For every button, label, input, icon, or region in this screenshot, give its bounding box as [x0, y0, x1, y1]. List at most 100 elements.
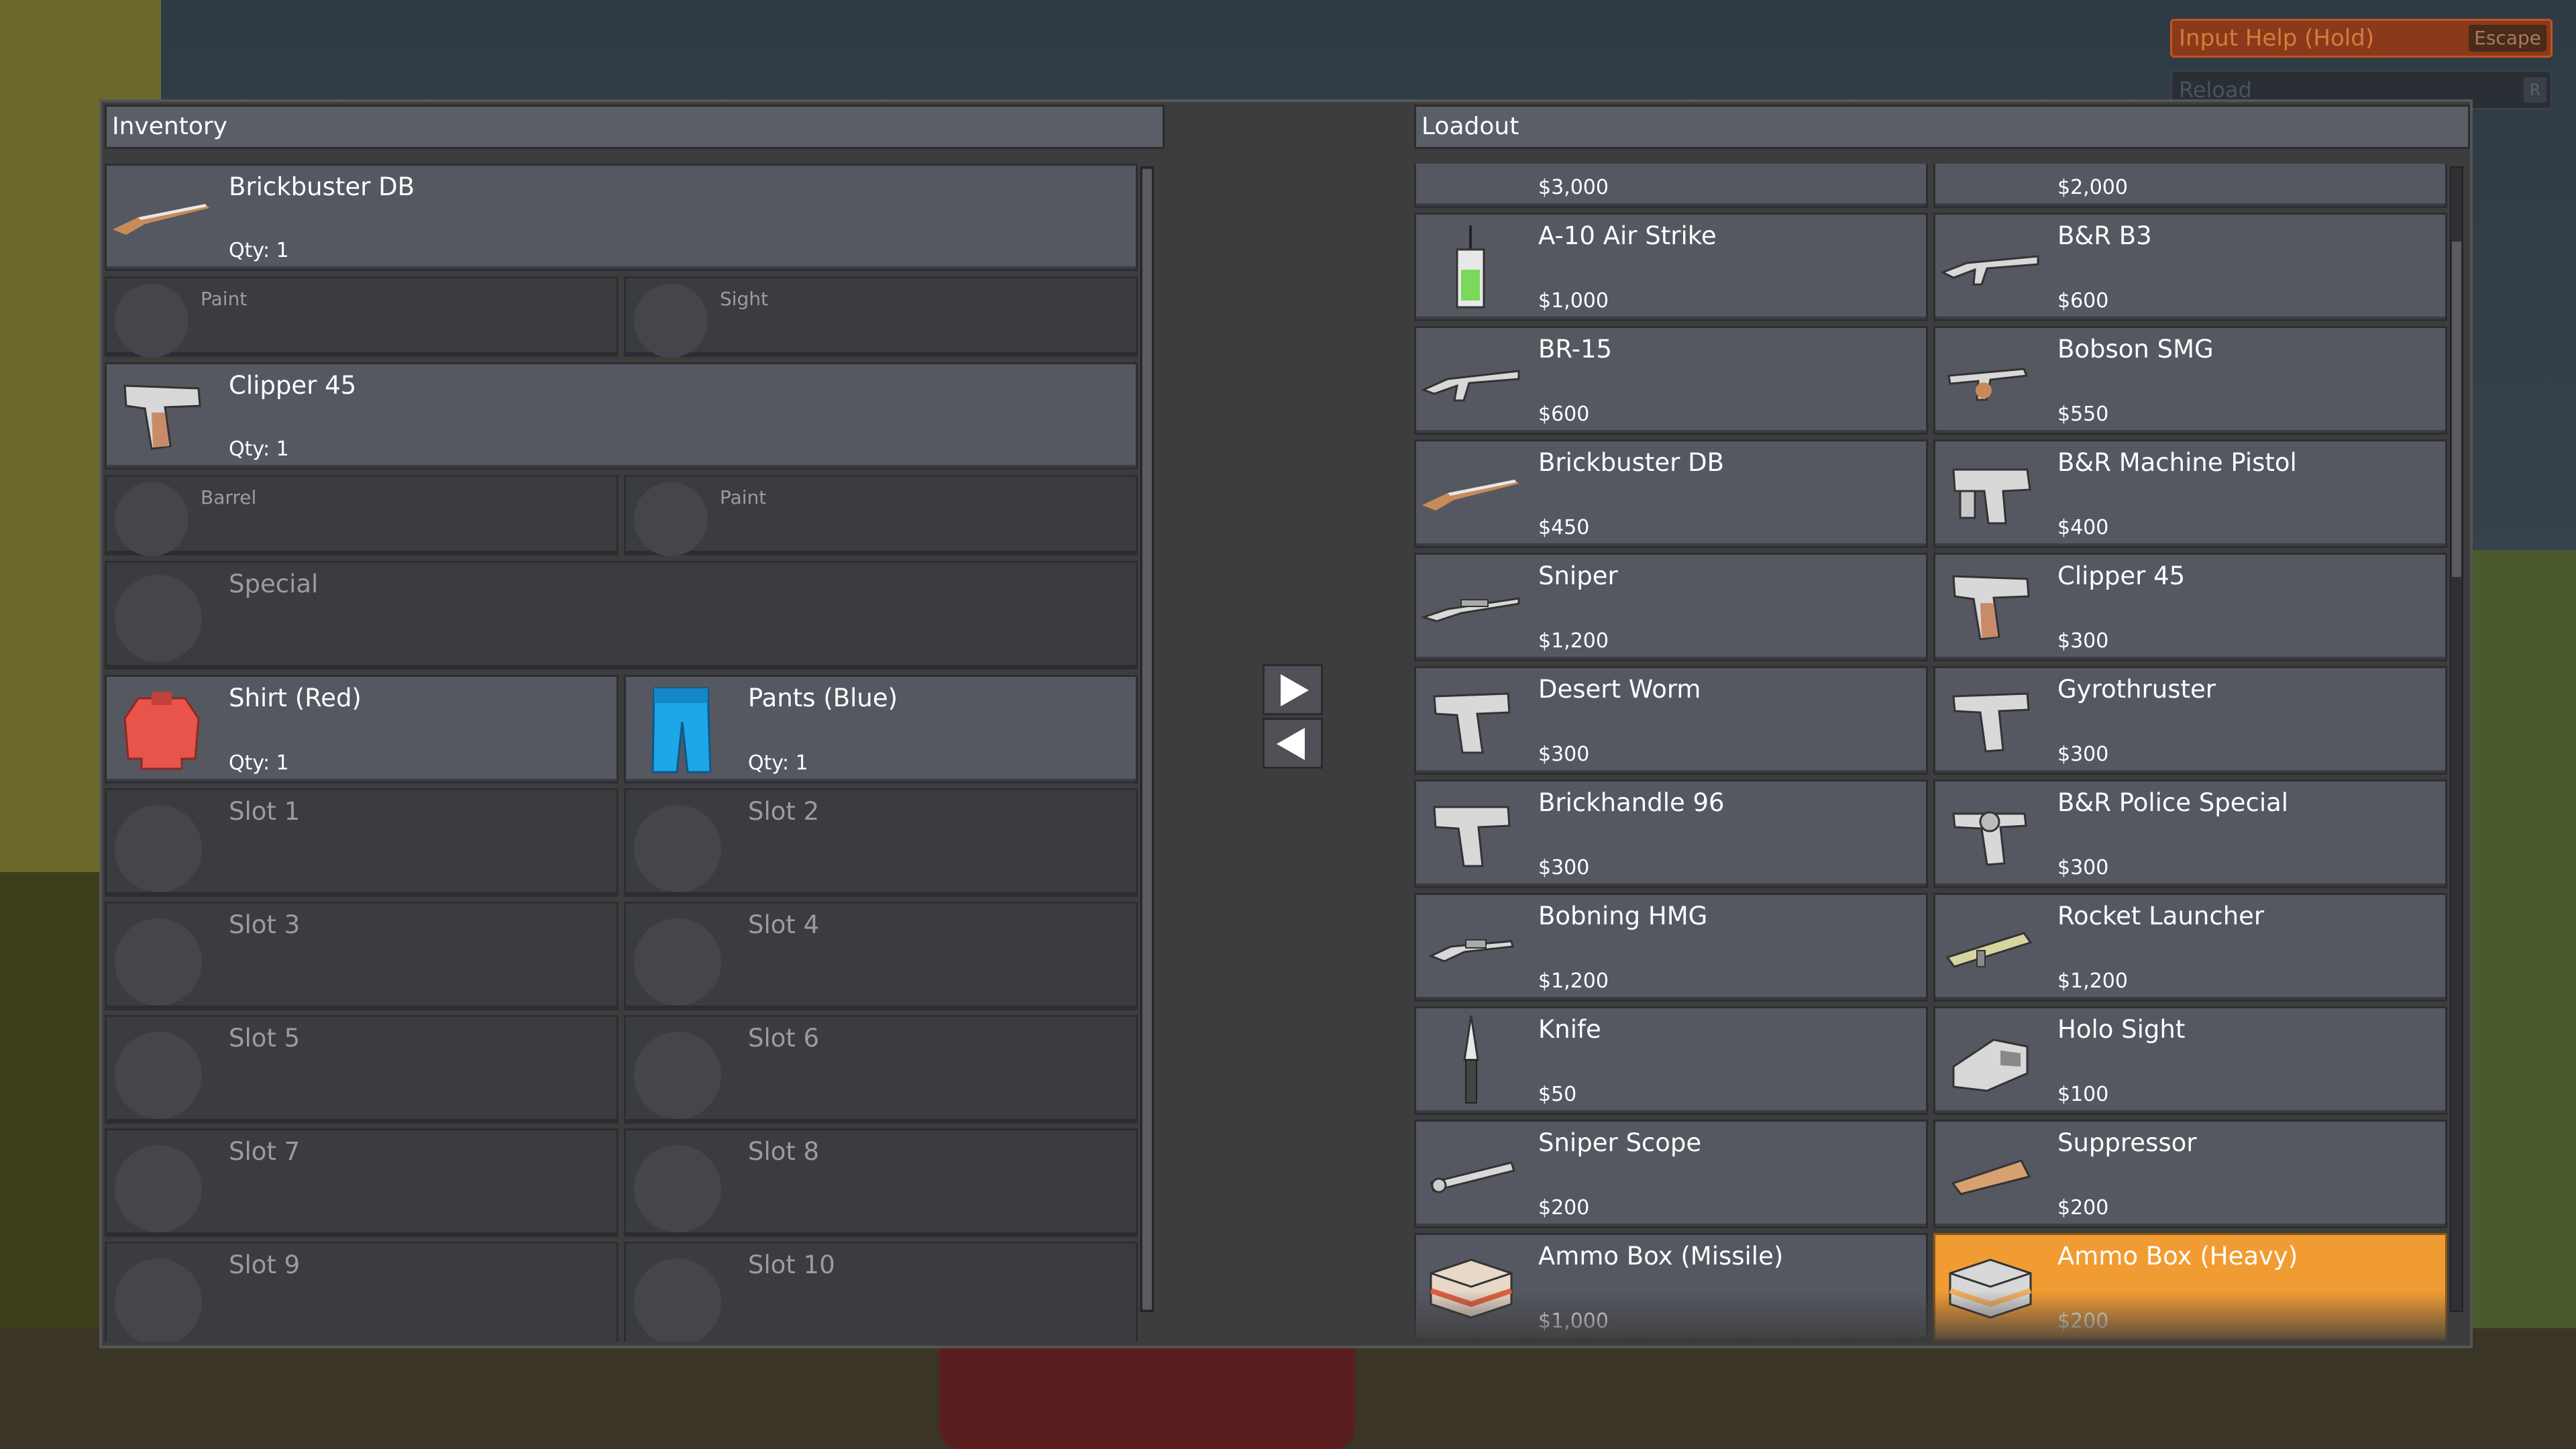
- loadout-item-sniper[interactable]: Sniper $1,200: [1414, 553, 1928, 661]
- item-qty: Qty: 1: [229, 239, 289, 262]
- attachment-slot-paint-2[interactable]: Paint: [624, 475, 1138, 556]
- radio-icon: [1420, 219, 1522, 314]
- loadout-item-gyrothruster[interactable]: Gyrothruster $300: [1933, 666, 2447, 775]
- input-help-hint: Input Help (Hold) Escape: [2170, 19, 2553, 58]
- loadout-item-partial[interactable]: $3,000: [1414, 164, 1928, 208]
- loadout-item-a10-air-strike[interactable]: A-10 Air Strike $1,000: [1414, 213, 1928, 321]
- loadout-list[interactable]: $3,000 $2,000 A-10 Air Strike $1,000 B&R…: [1414, 164, 2450, 1342]
- hmg-icon: [1420, 899, 1522, 994]
- transfer-left-button[interactable]: [1263, 718, 1323, 769]
- machine-pistol-icon: [1939, 445, 2041, 541]
- slot-label: Slot 9: [229, 1250, 301, 1279]
- inventory-slot-8[interactable]: Slot 8: [624, 1128, 1138, 1237]
- smg-icon: [1939, 332, 2041, 427]
- loadout-item-br-15[interactable]: BR-15 $600: [1414, 326, 1928, 435]
- loadout-item-clipper-45[interactable]: Clipper 45 $300: [1933, 553, 2447, 661]
- loadout-item-suppressor[interactable]: Suppressor $200: [1933, 1120, 2447, 1228]
- background-grass: [2455, 550, 2576, 1449]
- item-name: Rocket Launcher: [2057, 902, 2265, 930]
- inventory-slot-6[interactable]: Slot 6: [624, 1015, 1138, 1124]
- attachment-slot-paint[interactable]: Paint: [105, 276, 619, 358]
- item-name: Ammo Box (Heavy): [2057, 1242, 2298, 1271]
- attachment-label: Sight: [720, 288, 769, 310]
- shotgun-icon: [1420, 445, 1522, 541]
- loadout-scrollbar[interactable]: [2450, 166, 2463, 1312]
- inventory-slot-3[interactable]: Slot 3: [105, 902, 619, 1010]
- item-price: $1,200: [1538, 969, 1609, 993]
- item-price: $300: [2057, 629, 2109, 653]
- attachment-slot-sight[interactable]: Sight: [624, 276, 1138, 358]
- inventory-item-pants-blue[interactable]: Pants (Blue) Qty: 1: [624, 675, 1138, 784]
- special-slot[interactable]: Special: [105, 561, 1138, 669]
- slot-label: Slot 8: [748, 1137, 820, 1166]
- inventory-list[interactable]: Brickbuster DB Qty: 1 Paint Sight Clippe…: [105, 164, 1138, 1342]
- slot-label: Slot 5: [229, 1024, 301, 1053]
- loadout-item-brickbuster-db[interactable]: Brickbuster DB $450: [1414, 439, 1928, 548]
- slot-placeholder-icon: [634, 1145, 721, 1232]
- item-name: Brickbuster DB: [1538, 448, 1724, 477]
- inventory-loadout-panel: Inventory Brickbuster DB Qty: 1 Paint Si…: [99, 99, 2473, 1348]
- transfer-right-button[interactable]: [1263, 664, 1323, 715]
- item-name: Clipper 45: [2057, 561, 2186, 590]
- inventory-slot-4[interactable]: Slot 4: [624, 902, 1138, 1010]
- pistol-icon: [1939, 672, 2041, 767]
- ammo-box-icon: [1420, 1239, 1522, 1334]
- item-name: Gyrothruster: [2057, 675, 2216, 704]
- loadout-item-knife[interactable]: Knife $50: [1414, 1006, 1928, 1115]
- item-name: Suppressor: [2057, 1128, 2197, 1157]
- item-price: $2,000: [2057, 176, 2128, 199]
- loadout-item-ammo-box-heavy[interactable]: Ammo Box (Heavy) $200: [1933, 1233, 2447, 1342]
- inventory-slot-1[interactable]: Slot 1: [105, 788, 619, 897]
- loadout-item-bobning-hmg[interactable]: Bobning HMG $1,200: [1414, 893, 1928, 1002]
- loadout-item-br-machine-pistol[interactable]: B&R Machine Pistol $400: [1933, 439, 2447, 548]
- item-name: Brickbuster DB: [229, 172, 415, 201]
- slot-label: Slot 6: [748, 1024, 820, 1053]
- inventory-slot-2[interactable]: Slot 2: [624, 788, 1138, 897]
- inventory-scrollbar[interactable]: [1140, 166, 1154, 1312]
- item-name: B&R B3: [2057, 221, 2152, 250]
- loadout-item-bobson-smg[interactable]: Bobson SMG $550: [1933, 326, 2447, 435]
- item-price: $400: [2057, 516, 2109, 539]
- item-name: A-10 Air Strike: [1538, 221, 1717, 250]
- slot-label: Slot 4: [748, 910, 820, 939]
- item-price: $100: [2057, 1083, 2109, 1106]
- loadout-item-desert-worm[interactable]: Desert Worm $300: [1414, 666, 1928, 775]
- slot-placeholder-icon: [115, 1145, 202, 1232]
- holo-sight-icon: [1939, 1012, 2041, 1108]
- inventory-item-shirt-red[interactable]: Shirt (Red) Qty: 1: [105, 675, 619, 784]
- special-label: Special: [229, 570, 319, 598]
- loadout-item-sniper-scope[interactable]: Sniper Scope $200: [1414, 1120, 1928, 1228]
- attachment-label: Paint: [201, 288, 248, 310]
- loadout-item-br-b3[interactable]: B&R B3 $600: [1933, 213, 2447, 321]
- attachment-slot-barrel[interactable]: Barrel: [105, 475, 619, 556]
- inventory-slot-7[interactable]: Slot 7: [105, 1128, 619, 1237]
- loadout-item-holo-sight[interactable]: Holo Sight $100: [1933, 1006, 2447, 1115]
- item-name: Bobson SMG: [2057, 335, 2214, 364]
- item-name: Holo Sight: [2057, 1015, 2186, 1044]
- pistol-icon: [1939, 559, 2041, 654]
- item-price: $1,200: [1538, 629, 1609, 653]
- item-qty: Qty: 1: [229, 751, 289, 775]
- loadout-item-brickhandle-96[interactable]: Brickhandle 96 $300: [1414, 780, 1928, 888]
- paint-icon: [115, 284, 189, 358]
- item-name: B&R Police Special: [2057, 788, 2289, 817]
- attachment-label: Barrel: [201, 486, 257, 508]
- loadout-item-br-police-special[interactable]: B&R Police Special $300: [1933, 780, 2447, 888]
- inventory-slot-5[interactable]: Slot 5: [105, 1015, 619, 1124]
- inventory-item-brickbuster-db[interactable]: Brickbuster DB Qty: 1: [105, 164, 1138, 271]
- loadout-scrollbar-thumb[interactable]: [2452, 241, 2461, 577]
- pistol-icon: [111, 368, 213, 464]
- item-price: $200: [2057, 1309, 2109, 1333]
- slot-placeholder-icon: [634, 1258, 721, 1342]
- inventory-slot-10[interactable]: Slot 10: [624, 1242, 1138, 1342]
- inventory-scrollbar-thumb[interactable]: [1142, 169, 1152, 1309]
- loadout-item-ammo-box-missile[interactable]: Ammo Box (Missile) $1,000: [1414, 1233, 1928, 1342]
- item-name: Bobning HMG: [1538, 902, 1708, 930]
- loadout-item-rocket-launcher[interactable]: Rocket Launcher $1,200: [1933, 893, 2447, 1002]
- paint-icon: [634, 482, 708, 556]
- inventory-title: Inventory: [112, 113, 227, 140]
- inventory-slot-9[interactable]: Slot 9: [105, 1242, 619, 1342]
- inventory-item-clipper-45[interactable]: Clipper 45 Qty: 1: [105, 362, 1138, 470]
- item-name: Sniper Scope: [1538, 1128, 1702, 1157]
- loadout-item-partial[interactable]: $2,000: [1933, 164, 2447, 208]
